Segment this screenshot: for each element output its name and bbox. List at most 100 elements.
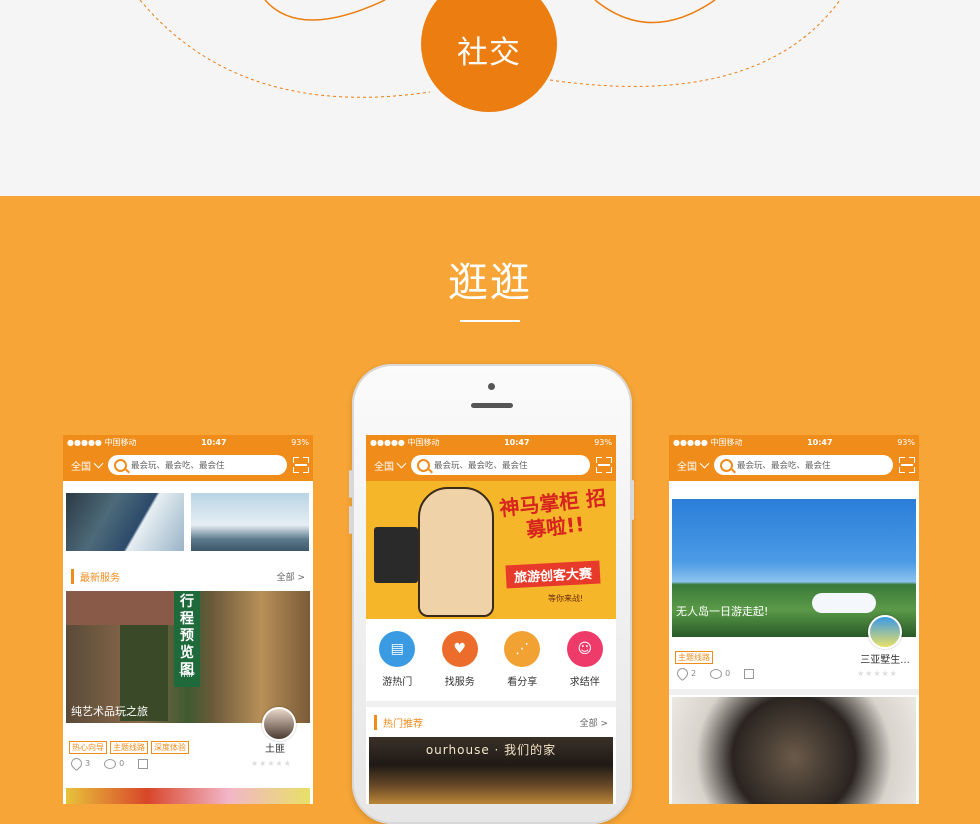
heart-icon <box>674 665 691 682</box>
search-placeholder: 最会玩、最会吃、最会住 <box>131 461 225 471</box>
document-icon: ▤ <box>379 631 416 667</box>
horse-illustration <box>418 487 494 617</box>
search-input[interactable]: 最会玩、最会吃、最会住 <box>411 455 590 475</box>
battery-label: 93% <box>291 437 309 447</box>
scan-icon[interactable] <box>596 457 612 473</box>
search-icon <box>720 458 733 472</box>
tag-list: 主题线路 <box>675 645 716 664</box>
region-selector[interactable]: 全国 <box>374 458 407 473</box>
chevron-down-icon <box>699 458 710 468</box>
time-label: 10:47 <box>201 437 227 447</box>
status-bar: ●●●●● 中国移动 10:47 93% <box>366 435 616 449</box>
avatar[interactable] <box>868 615 902 649</box>
category-service[interactable]: ♥ 找服务 <box>441 631 478 688</box>
host-name: 土匪 <box>265 744 285 755</box>
right-app-screen: ●●●●● 中国移动 10:47 93% 全国 最会玩、最会吃、最会住 无人岛一… <box>669 435 919 804</box>
region-label: 全国 <box>71 461 91 473</box>
phone-camera <box>488 383 495 390</box>
carrier-label: ●●●●● 中国移动 <box>370 437 440 447</box>
phone-volume-button <box>349 470 352 498</box>
heart-icon <box>68 755 85 772</box>
battery-label: 93% <box>897 437 915 447</box>
comment-icon <box>710 668 723 679</box>
share-button[interactable] <box>138 758 149 769</box>
nav-bar: 全国 最会玩、最会吃、最会住 <box>63 449 313 481</box>
comment-icon <box>104 758 117 769</box>
search-input[interactable]: 最会玩、最会吃、最会住 <box>714 455 893 475</box>
stats-row: 3 0 <box>68 755 149 772</box>
section-title: 逛逛 <box>448 260 532 306</box>
puppy-photo[interactable] <box>672 697 916 804</box>
service-card-image[interactable]: 行程预览图 TRIP 纯艺术品玩之旅 <box>66 591 310 723</box>
time-label: 10:47 <box>504 437 530 447</box>
share-button[interactable] <box>744 668 755 679</box>
comment-count[interactable]: 0 <box>104 758 124 769</box>
thumbnail-image[interactable] <box>66 788 310 804</box>
section-header: 最新服务 全部 > <box>63 565 313 587</box>
left-app-screen: ●●●●● 中国移动 10:47 93% 全国 最会玩、最会吃、最会住 最新服务… <box>63 435 313 804</box>
share-icon <box>138 758 149 769</box>
section-label: 最新服务 <box>71 568 120 584</box>
comment-count[interactable]: 0 <box>710 668 730 679</box>
social-section: 社交 <box>0 0 980 196</box>
title-underline <box>460 320 520 322</box>
scan-icon[interactable] <box>899 457 915 473</box>
scan-icon[interactable] <box>293 457 309 473</box>
phone-volume-button <box>349 506 352 534</box>
like-count[interactable]: 3 <box>68 755 90 772</box>
rating-stars: ★★★★★ <box>251 759 292 768</box>
search-placeholder: 最会玩、最会吃、最会住 <box>737 461 831 471</box>
more-link[interactable]: 全部 > <box>277 570 305 583</box>
category-companion[interactable]: ☺ 求结伴 <box>566 631 603 688</box>
thumbnail-image[interactable] <box>191 493 309 551</box>
phone-speaker <box>471 403 513 408</box>
time-label: 10:47 <box>807 437 833 447</box>
chevron-down-icon <box>396 458 407 468</box>
companion-icon: ☺ <box>566 631 603 667</box>
search-input[interactable]: 最会玩、最会吃、最会住 <box>108 455 287 475</box>
search-placeholder: 最会玩、最会吃、最会住 <box>434 461 528 471</box>
center-app-screen: ●●●●● 中国移动 10:47 93% 全国 最会玩、最会吃、最会住 神马掌柜… <box>366 435 616 804</box>
carrier-label: ●●●●● 中国移动 <box>67 437 137 447</box>
hotel-sign: ourhouse · 我们的家 <box>425 743 557 757</box>
host-name: 三亚墅生... <box>860 655 910 666</box>
tag-badge: 深度体验 <box>151 741 189 754</box>
stats-row: 2 0 <box>674 665 755 682</box>
avatar[interactable] <box>262 707 296 741</box>
promo-banner[interactable]: 神马掌柜 招募啦!! 旅游创客大赛 等你来战! <box>366 481 616 619</box>
card-caption: 无人岛一日游走起! <box>676 605 769 618</box>
more-link[interactable]: 全部 > <box>580 716 608 729</box>
status-bar: ●●●●● 中国移动 10:47 93% <box>63 435 313 449</box>
region-selector[interactable]: 全国 <box>71 458 104 473</box>
banner-tagline: 等你来战! <box>548 594 584 603</box>
region-selector[interactable]: 全国 <box>677 458 710 473</box>
like-count[interactable]: 2 <box>674 665 696 682</box>
heart-hand-icon: ♥ <box>441 631 478 667</box>
banner-subtitle: 旅游创客大赛 <box>505 560 601 589</box>
divider <box>366 701 616 707</box>
battery-label: 93% <box>594 437 612 447</box>
share-nodes-icon: ⋰ <box>504 631 541 667</box>
rating-stars: ★★★★★ <box>857 669 898 678</box>
phone-power-button <box>631 480 634 520</box>
tag-badge: 主题线路 <box>675 651 713 664</box>
tag-list: 热心向导 主题线路 深度体验 <box>69 735 192 754</box>
banner-title: 神马掌柜 招募啦!! <box>498 485 608 542</box>
category-hot[interactable]: ▤ 游热门 <box>379 631 416 688</box>
category-grid: ▤ 游热门 ♥ 找服务 ⋰ 看分享 ☺ 求结伴 <box>366 631 616 688</box>
card-caption: 纯艺术品玩之旅 <box>71 705 148 718</box>
region-label: 全国 <box>374 461 394 473</box>
nav-bar: 全国 最会玩、最会吃、最会住 <box>669 449 919 481</box>
recommend-image[interactable]: ourhouse · 我们的家 <box>369 737 613 804</box>
carrier-label: ●●●●● 中国移动 <box>673 437 743 447</box>
section-label: 热门推荐 <box>374 714 423 730</box>
search-icon <box>417 458 430 472</box>
trip-sign-sub: TRIP <box>179 671 195 679</box>
thumbnail-image[interactable] <box>66 493 184 551</box>
divider <box>669 689 919 695</box>
tag-badge: 主题线路 <box>110 741 148 754</box>
tag-badge: 热心向导 <box>69 741 107 754</box>
category-share[interactable]: ⋰ 看分享 <box>504 631 541 688</box>
region-label: 全国 <box>677 461 697 473</box>
section-header: 热门推荐 全部 > <box>366 711 616 733</box>
